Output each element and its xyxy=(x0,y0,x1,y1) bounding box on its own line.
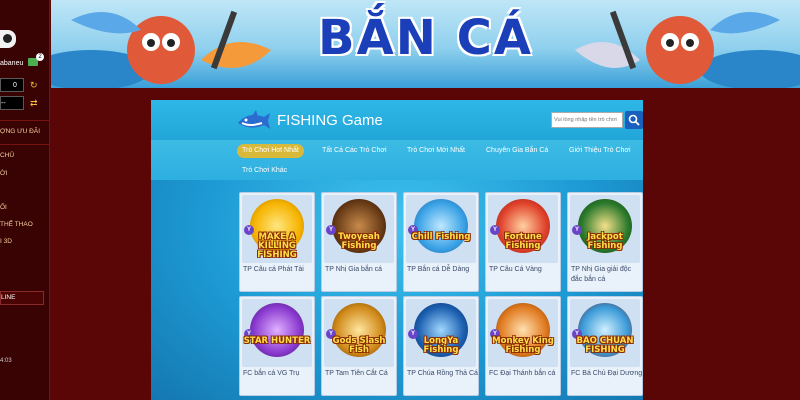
game-thumbnail: Y BAO CHUAN FISHING xyxy=(570,299,640,367)
game-card[interactable]: Y BAO CHUAN FISHING FC Bá Chủ Đại Dương xyxy=(567,296,643,396)
game-thumbnail: Y STAR HUNTER xyxy=(242,299,312,367)
game-emblem xyxy=(414,199,468,253)
left-sidebar: abaneu 2 0 ↻ -- ⇄ ỢNG ƯU ĐÃI CHỦ ỜI ỐI T… xyxy=(0,0,50,400)
game-title: FC Đại Thánh bắn cá xyxy=(489,370,556,377)
game-logo: BAO CHUAN FISHING xyxy=(576,336,634,355)
game-thumbnail: Y Monkey King Fishing xyxy=(488,299,558,367)
game-thumbnail: Y Twoyeah Fishing xyxy=(324,195,394,263)
tab-fishing-experts[interactable]: Chuyên Gia Bắn Cá xyxy=(481,144,553,158)
game-card[interactable]: Y Jackpot Fishing TP Nhị Gia giải độc đắ… xyxy=(567,192,643,292)
tab-hot-games[interactable]: Trò Chơi Hot Nhất xyxy=(237,144,304,158)
brand-title: FISHING Game xyxy=(277,112,383,129)
game-card[interactable]: Y MAKE A KILLING FISHING TP Câu cá Phát … xyxy=(239,192,315,292)
game-logo: Fortune Fishing xyxy=(504,232,542,251)
banner: BẮN CÁ xyxy=(51,0,800,88)
shark-logo-icon xyxy=(238,110,270,129)
game-logo: Gods Slash Fish xyxy=(332,336,386,355)
game-search-input[interactable] xyxy=(551,112,623,128)
game-logo: Jackpot Fishing xyxy=(587,232,623,251)
game-title: TP Nhị Gia bắn cá xyxy=(325,266,383,273)
search-icon xyxy=(628,114,640,126)
balance-display: 0 xyxy=(0,78,24,92)
game-thumbnail: Y LongYa Fishing xyxy=(406,299,476,367)
game-title: TP Câu Cá Vàng xyxy=(489,266,542,273)
game-title: TP Nhị Gia giải độc đắc bắn cá xyxy=(571,266,632,283)
game-thumbnail: Y Gods Slash Fish xyxy=(324,299,394,367)
tab-other-games[interactable]: Trò Chơi Khác xyxy=(237,164,292,178)
sidebar-item-casino[interactable]: ỜI xyxy=(0,170,7,177)
game-card[interactable]: Y Chill Fishing TP Bắn cá Dễ Dàng xyxy=(403,192,479,292)
tab-game-intro[interactable]: Giới Thiệu Trò Chơi xyxy=(564,144,636,158)
game-title: TP Chúa Rồng Thả Cá xyxy=(407,370,478,377)
game-thumbnail: Y Fortune Fishing xyxy=(488,195,558,263)
swap-icon[interactable]: ⇄ xyxy=(30,98,38,109)
game-thumbnail: Y Chill Fishing xyxy=(406,195,476,263)
game-title: TP Câu cá Phát Tài xyxy=(243,266,304,273)
game-logo: Twoyeah Fishing xyxy=(338,232,380,251)
tab-all-games[interactable]: Tất Cả Các Trò Chơi xyxy=(317,144,392,158)
username: abaneu xyxy=(0,60,24,67)
game-thumbnail: Y Jackpot Fishing xyxy=(570,195,640,263)
avatar[interactable] xyxy=(0,30,16,48)
game-logo: Monkey King Fishing xyxy=(492,336,554,355)
notification-badge: 2 xyxy=(36,53,44,61)
sidebar-item-sports[interactable]: THỂ THAO xyxy=(0,221,33,228)
search-button[interactable] xyxy=(625,111,643,129)
game-logo: Chill Fishing xyxy=(411,232,471,242)
sidebar-item-promotions[interactable]: ỢNG ƯU ĐÃI xyxy=(0,128,40,135)
sidebar-item-3d[interactable]: I 3D xyxy=(0,238,12,245)
game-title: TP Bắn cá Dễ Dàng xyxy=(407,266,470,273)
panel-header: FISHING Game xyxy=(151,100,643,140)
game-title: TP Tam Tiên Cắt Cá xyxy=(325,370,388,377)
game-card[interactable]: Y Gods Slash Fish TP Tam Tiên Cắt Cá xyxy=(321,296,397,396)
game-card[interactable]: Y Monkey King Fishing FC Đại Thánh bắn c… xyxy=(485,296,561,396)
banner-title: BẮN CÁ xyxy=(318,10,533,66)
divider xyxy=(0,144,49,145)
sidebar-item-home[interactable]: CHỦ xyxy=(0,152,14,159)
game-card[interactable]: Y Twoyeah Fishing TP Nhị Gia bắn cá xyxy=(321,192,397,292)
game-logo: STAR HUNTER xyxy=(243,336,311,346)
game-card[interactable]: Y LongYa Fishing TP Chúa Rồng Thả Cá xyxy=(403,296,479,396)
game-title: FC Bá Chủ Đại Dương xyxy=(571,370,643,377)
fishing-game-panel: FISHING Game Trò Chơi Hot Nhất Tất Cả Cá… xyxy=(151,100,643,400)
divider xyxy=(0,120,49,121)
game-card[interactable]: Y STAR HUNTER FC bắn cá VG Trụ xyxy=(239,296,315,396)
game-logo: LongYa Fishing xyxy=(423,336,459,355)
game-logo: MAKE A KILLING FISHING xyxy=(257,232,297,260)
wallet-select[interactable]: -- xyxy=(0,96,24,110)
game-card[interactable]: Y Fortune Fishing TP Câu Cá Vàng xyxy=(485,192,561,292)
sidebar-item-games[interactable]: ỐI xyxy=(0,204,7,211)
game-thumbnail: Y MAKE A KILLING FISHING xyxy=(242,195,312,263)
online-button[interactable]: LINE xyxy=(0,291,44,305)
refresh-icon[interactable]: ↻ xyxy=(30,80,38,91)
tab-new-games[interactable]: Trò Chơi Mới Nhất xyxy=(402,144,470,158)
game-emblem xyxy=(250,303,304,357)
game-title: FC bắn cá VG Trụ xyxy=(243,370,300,377)
clock: 4:03 xyxy=(0,358,12,364)
